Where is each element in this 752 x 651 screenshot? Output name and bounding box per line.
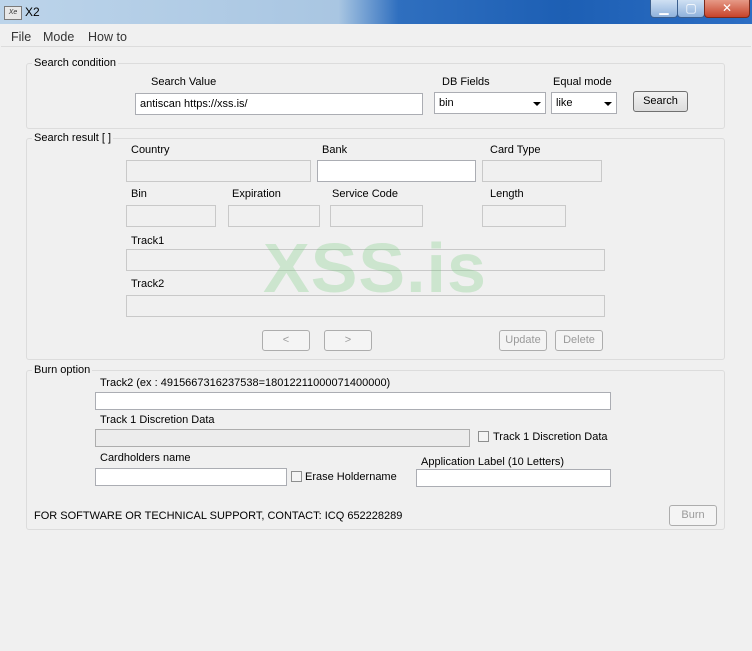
length-field[interactable] [482, 205, 566, 227]
menu-bar: File Mode How to [1, 28, 751, 47]
menu-how-to[interactable]: How to [88, 30, 127, 44]
track1-label: Track1 [131, 235, 165, 247]
previous-button[interactable]: < [262, 330, 310, 351]
menu-file[interactable]: File [11, 30, 31, 44]
erase-holdername-label: Erase Holdername [305, 471, 397, 483]
maximize-button[interactable]: ▢ [677, 0, 705, 18]
db-fields-select[interactable]: bin [434, 92, 546, 114]
db-fields-label: DB Fields [442, 76, 490, 88]
cardholders-name-label: Cardholders name [100, 452, 191, 464]
track2-label: Track2 [131, 278, 165, 290]
app-icon: Xe [4, 6, 22, 20]
service-code-label: Service Code [332, 188, 399, 200]
burn-track2-input[interactable] [95, 392, 611, 410]
update-button[interactable]: Update [499, 330, 547, 351]
minimize-button[interactable]: ▁ [650, 0, 678, 18]
window-title: X2 [25, 5, 40, 19]
support-text: FOR SOFTWARE OR TECHNICAL SUPPORT, CONTA… [34, 510, 403, 522]
bin-label: Bin [131, 188, 147, 200]
track1-discretion-checkbox[interactable] [478, 431, 489, 442]
close-button[interactable]: ✕ [704, 0, 750, 18]
card-type-label: Card Type [490, 144, 541, 156]
search-condition-label: Search condition [32, 57, 118, 69]
expiration-label: Expiration [232, 188, 281, 200]
chevron-down-icon [533, 102, 541, 106]
title-bar[interactable]: Xe X2 ▁ ▢ ✕ [0, 0, 752, 24]
app-window: Xe X2 ▁ ▢ ✕ File Mode How to Search cond… [0, 0, 752, 651]
equal-mode-value: like [556, 97, 573, 109]
cardholders-name-input[interactable] [95, 468, 287, 486]
service-code-field[interactable] [330, 205, 423, 227]
search-button[interactable]: Search [633, 91, 688, 112]
watermark: XSS.is [263, 229, 487, 307]
chevron-down-icon [604, 102, 612, 106]
bin-field[interactable] [126, 205, 216, 227]
menu-mode[interactable]: Mode [43, 30, 74, 44]
search-value-label: Search Value [151, 76, 217, 88]
db-fields-value: bin [439, 97, 454, 109]
application-label-input[interactable] [416, 469, 611, 487]
delete-button[interactable]: Delete [555, 330, 603, 351]
search-result-label: Search result [ ] [32, 132, 114, 144]
country-label: Country [131, 144, 170, 156]
expiration-field[interactable] [228, 205, 320, 227]
card-type-field[interactable] [482, 160, 602, 182]
track1-discretion-input[interactable] [95, 429, 470, 447]
burn-track2-label: Track2 (ex : 4915667316237538=1801221100… [100, 377, 391, 389]
country-field[interactable] [126, 160, 311, 182]
burn-button[interactable]: Burn [669, 505, 717, 526]
equal-mode-label: Equal mode [553, 76, 612, 88]
search-value-input[interactable] [135, 93, 423, 115]
next-button[interactable]: > [324, 330, 372, 351]
application-label-label: Application Label (10 Letters) [421, 456, 565, 468]
equal-mode-select[interactable]: like [551, 92, 617, 114]
length-label: Length [490, 188, 524, 200]
track1-discretion-checkbox-label: Track 1 Discretion Data [493, 431, 608, 443]
bank-label: Bank [322, 144, 348, 156]
erase-holdername-checkbox[interactable] [291, 471, 302, 482]
track1-discretion-label: Track 1 Discretion Data [100, 414, 215, 426]
bank-field[interactable] [317, 160, 476, 182]
burn-option-label: Burn option [32, 364, 93, 376]
